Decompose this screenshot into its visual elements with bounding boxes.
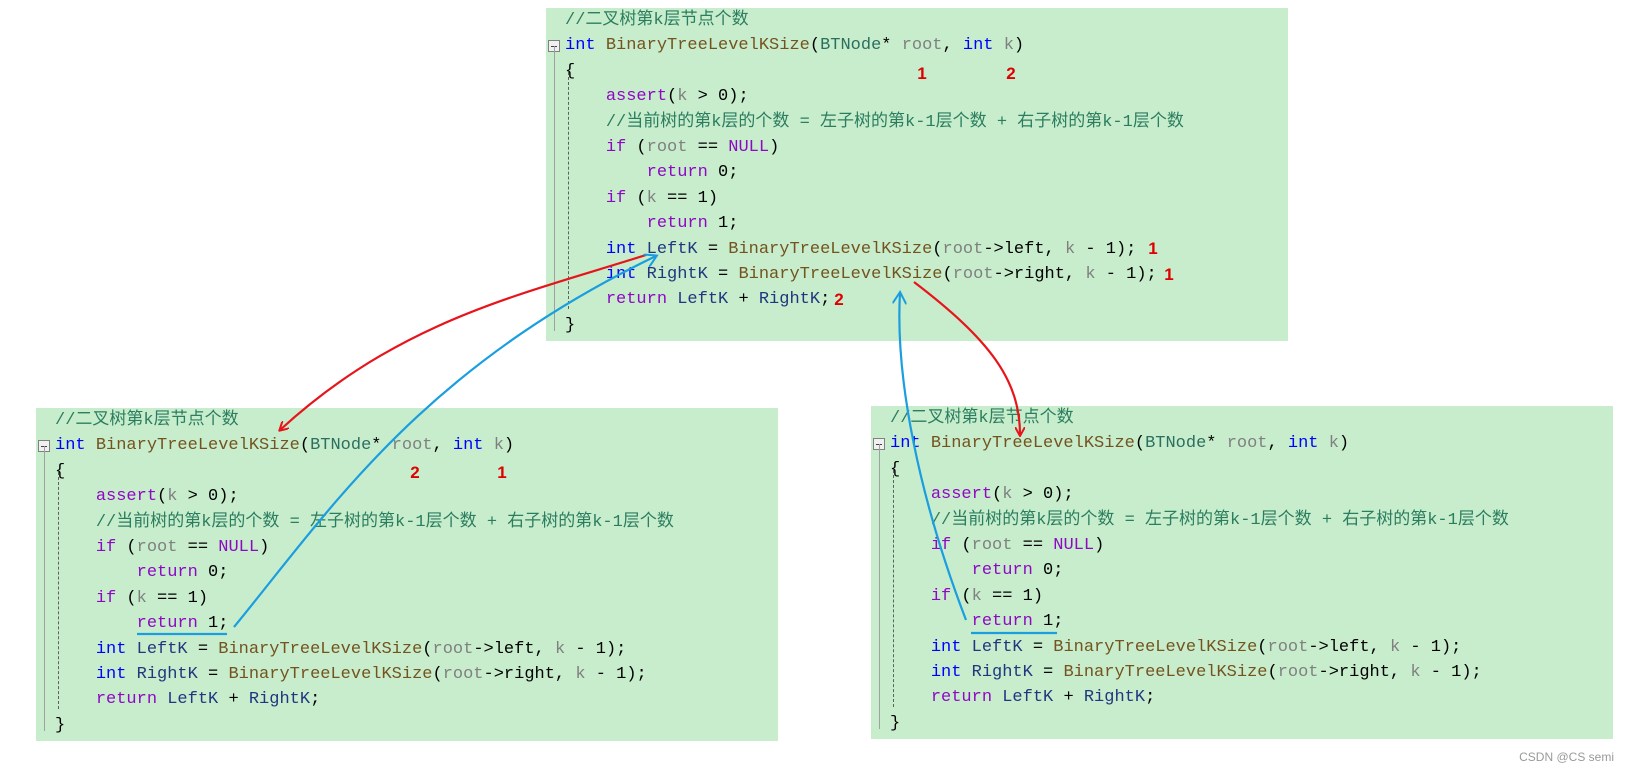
arrow-overlay: [137, 0, 1057, 636]
red-call-arrow-right: [913, 281, 1020, 435]
watermark: CSDN @CS semi: [1519, 750, 1614, 764]
red-call-arrow-left: [280, 253, 647, 430]
blue-return-arrow-left: [233, 256, 656, 628]
blue-return-arrow-right: [899, 293, 968, 621]
